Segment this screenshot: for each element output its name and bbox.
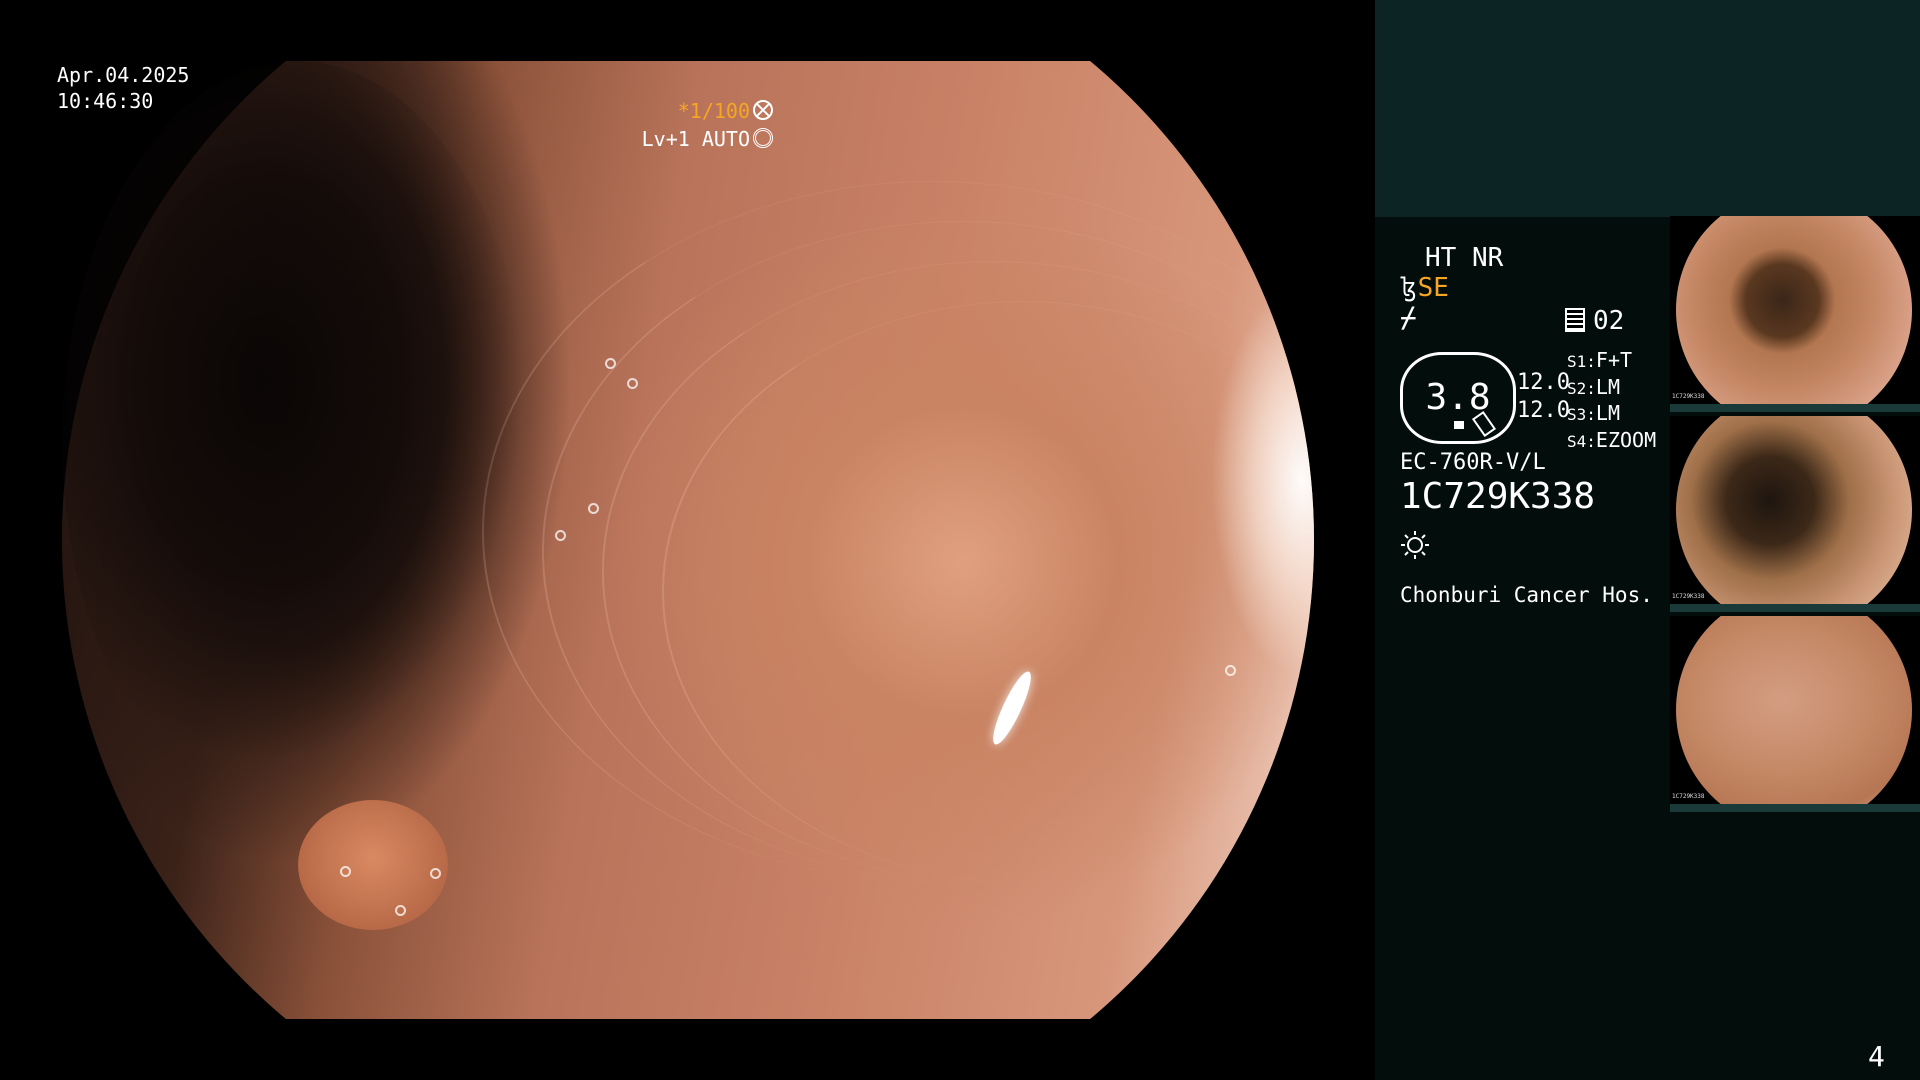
thumbnail-image xyxy=(1676,216,1912,404)
memory-icon xyxy=(1565,308,1585,332)
bubble xyxy=(430,868,441,879)
thumbnail-caption: 1C729K338 xyxy=(1672,793,1705,800)
enhancement-icon: ⌿ xyxy=(1400,301,1417,334)
mode-label: HT NR xyxy=(1425,243,1504,273)
switch-key: S3: xyxy=(1567,405,1596,424)
switch-item: S4:EZOOM xyxy=(1567,428,1656,455)
time-label: 10:46:30 xyxy=(57,89,154,113)
thumbnail-list: 1C729K338 1C729K338 1C729K338 xyxy=(1670,216,1920,816)
thumbnail[interactable]: 1C729K338 xyxy=(1670,416,1920,612)
bubble xyxy=(1225,665,1236,676)
switch-value: LM xyxy=(1595,401,1620,425)
thumbnail-bar xyxy=(1670,804,1920,812)
value-2: 12.0 xyxy=(1517,398,1570,423)
side-panel: HT NR ɮSE ⌿ 02 3.8 12.0 12.0 S1:F+T S2:L… xyxy=(1375,0,1920,1080)
structure-enhancement-icon: ɮ xyxy=(1400,273,1416,303)
mucosal-fold xyxy=(662,301,1314,882)
value-1: 12.0 xyxy=(1517,370,1570,395)
light-icon xyxy=(1401,531,1429,559)
bubble xyxy=(588,503,599,514)
memory-value: 02 xyxy=(1593,306,1625,336)
lumen-shadow xyxy=(62,61,532,821)
level-value: Lv+1 AUTO xyxy=(641,127,750,151)
zoom-value: 3.8 xyxy=(1425,377,1491,418)
side-panel-header xyxy=(1375,0,1920,217)
structure-enhancement-label: SE xyxy=(1417,273,1449,303)
switch-key: S4: xyxy=(1567,431,1596,451)
thumbnail[interactable]: 1C729K338 xyxy=(1670,616,1920,812)
shutter-icon xyxy=(753,100,773,120)
memory-label: 02 xyxy=(1565,306,1624,336)
shutter-label: *1/100 xyxy=(678,98,773,124)
switch-value: F+T xyxy=(1595,348,1633,372)
polyp xyxy=(298,800,448,930)
thumbnail-image xyxy=(1676,416,1912,604)
switch-key: S2: xyxy=(1567,378,1596,398)
switch-value: EZOOM xyxy=(1595,427,1657,452)
bubble xyxy=(605,358,616,369)
switch-key: S1: xyxy=(1567,352,1596,371)
date-label: Apr.04.2025 xyxy=(57,63,190,87)
scope-serial: 1C729K338 xyxy=(1400,476,1596,517)
endoscopy-view: Apr.04.2025 10:46:30 *1/100 Lv+1 AUTO xyxy=(0,0,1375,1080)
bubble xyxy=(395,905,406,916)
switch-list: S1:F+T S2:LM S3:LM S4:EZOOM xyxy=(1567,348,1656,454)
page-number: 4 xyxy=(1868,1040,1885,1073)
bubble xyxy=(340,866,351,877)
thumbnail-bar xyxy=(1670,604,1920,612)
switch-item: S1:F+T xyxy=(1567,348,1656,375)
switch-item: S2:LM xyxy=(1567,375,1656,402)
hospital-name: Chonburi Cancer Hos. xyxy=(1400,583,1653,607)
level-label: Lv+1 AUTO xyxy=(642,126,773,152)
thumbnail[interactable]: 1C729K338 xyxy=(1670,216,1920,412)
thumbnail-image xyxy=(1676,616,1912,804)
shutter-value: *1/100 xyxy=(677,99,750,123)
thumbnail-caption: 1C729K338 xyxy=(1672,393,1705,400)
zoom-badge: 3.8 xyxy=(1400,352,1516,444)
thumbnail-caption: 1C729K338 xyxy=(1672,593,1705,600)
bubble xyxy=(627,378,638,389)
switch-value: LM xyxy=(1595,374,1620,399)
thumbnail-bar xyxy=(1670,404,1920,412)
iris-icon xyxy=(753,128,773,148)
zoom-indicator-icon xyxy=(1454,421,1464,429)
scope-model: EC-760R-V/L xyxy=(1400,450,1546,475)
structure-enhancement-row: ɮSE xyxy=(1400,273,1449,303)
switch-item: S3:LM xyxy=(1567,401,1656,428)
bubble xyxy=(555,530,566,541)
